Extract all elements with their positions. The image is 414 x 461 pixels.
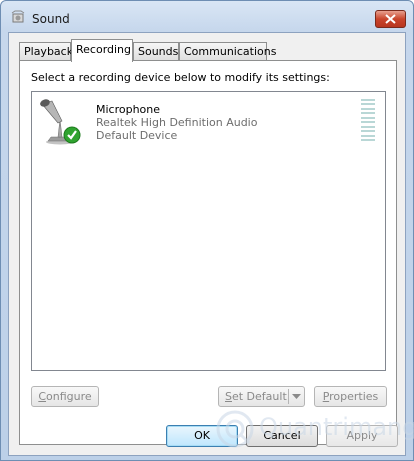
properties-label: Properties: [322, 390, 379, 403]
tab-label: Sounds: [138, 45, 179, 58]
close-button[interactable]: [375, 10, 406, 28]
microphone-icon: [40, 99, 81, 145]
tab-playback[interactable]: Playback: [19, 42, 74, 61]
cancel-label: Cancel: [263, 429, 301, 442]
list-item[interactable]: Microphone Realtek High Definition Audio…: [36, 97, 381, 149]
ok-button[interactable]: OK: [166, 425, 238, 447]
sound-dialog: Sound Playback Recording Sounds Communic…: [0, 0, 414, 461]
configure-label: Configure: [38, 390, 92, 403]
default-check-icon: [63, 126, 81, 144]
cancel-button[interactable]: Cancel: [246, 425, 318, 447]
tab-recording[interactable]: Recording: [71, 39, 133, 62]
set-default-label: Set Default: [225, 390, 287, 403]
close-icon: [385, 14, 396, 24]
tab-label: Communications: [184, 45, 277, 58]
device-driver: Realtek High Definition Audio: [96, 116, 258, 129]
instruction-text: Select a recording device below to modif…: [31, 71, 330, 84]
level-meter: [361, 99, 375, 141]
set-default-button[interactable]: Set Default: [218, 386, 305, 407]
dialog-client: Playback Recording Sounds Communications…: [8, 32, 406, 456]
device-name: Microphone: [96, 103, 161, 116]
configure-button[interactable]: Configure: [31, 386, 99, 407]
tab-sounds[interactable]: Sounds: [133, 42, 179, 61]
tab-label: Recording: [76, 43, 132, 56]
properties-button[interactable]: Properties: [314, 386, 387, 407]
chevron-down-icon[interactable]: [292, 394, 301, 400]
apply-button[interactable]: Apply: [326, 425, 398, 447]
window-title: Sound: [32, 12, 70, 26]
title-bar[interactable]: Sound: [1, 1, 413, 33]
apply-label: Apply: [346, 429, 378, 442]
ok-label: OK: [194, 429, 210, 442]
tab-communications[interactable]: Communications: [179, 42, 276, 61]
device-status: Default Device: [96, 129, 178, 142]
split-divider: [288, 389, 289, 404]
device-list[interactable]: Microphone Realtek High Definition Audio…: [31, 91, 386, 371]
recording-panel: Select a recording device below to modif…: [19, 60, 397, 445]
tab-strip: Playback Recording Sounds Communications: [19, 39, 399, 62]
speaker-icon: [11, 10, 25, 23]
tab-label: Playback: [24, 45, 74, 58]
